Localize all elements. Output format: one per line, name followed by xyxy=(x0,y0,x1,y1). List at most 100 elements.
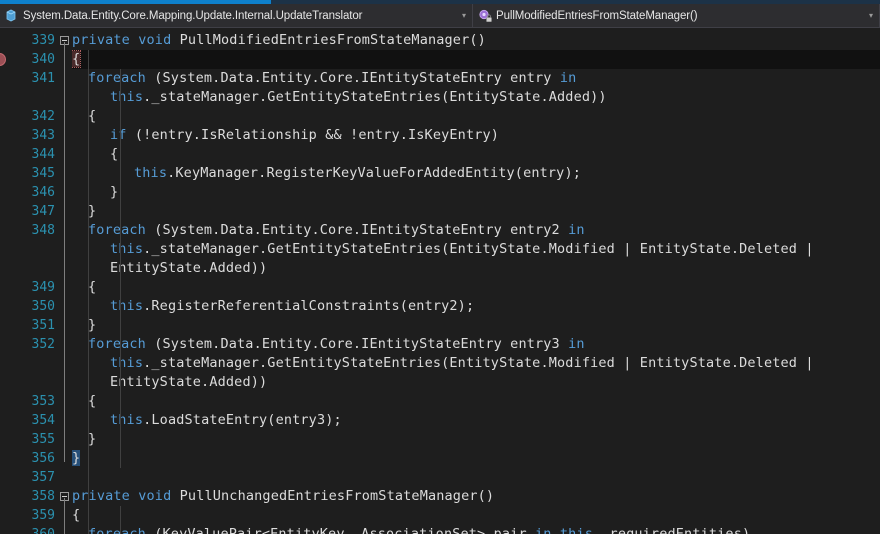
outlining-margin[interactable] xyxy=(58,28,72,534)
line-number: 341 xyxy=(31,71,55,86)
code-line[interactable]: } xyxy=(72,202,96,221)
indent-guide xyxy=(120,506,121,534)
code-token: this xyxy=(110,241,144,257)
code-token: private xyxy=(72,32,130,48)
line-number: 342 xyxy=(31,109,55,124)
code-token: foreach xyxy=(88,336,146,352)
code-line[interactable]: EntityState.Added)) xyxy=(72,373,267,392)
line-number: 351 xyxy=(31,318,55,333)
code-line[interactable]: { xyxy=(72,107,96,126)
line-number: 357 xyxy=(31,470,55,485)
code-token: foreach xyxy=(88,222,146,238)
line-number: 355 xyxy=(31,432,55,447)
code-token: void xyxy=(138,32,172,48)
code-token: { xyxy=(88,393,97,409)
code-line[interactable]: { xyxy=(72,506,80,525)
code-line[interactable]: this.RegisterReferentialConstraints(entr… xyxy=(72,297,474,316)
breakpoint-margin[interactable] xyxy=(0,28,13,534)
code-line[interactable]: { xyxy=(72,145,118,164)
code-token: this xyxy=(110,298,144,314)
line-number: 354 xyxy=(31,413,55,428)
code-token: private xyxy=(72,488,130,504)
code-line[interactable]: } xyxy=(72,430,96,449)
code-line[interactable]: { xyxy=(72,50,82,69)
code-token: this xyxy=(110,89,144,105)
code-line[interactable]: this.KeyManager.RegisterKeyValueForAdded… xyxy=(72,164,581,183)
code-token: in xyxy=(568,336,585,352)
code-token: foreach xyxy=(88,70,146,86)
code-line[interactable]: if (!entry.IsRelationship && !entry.IsKe… xyxy=(72,126,499,145)
chevron-down-icon-member[interactable]: ▾ xyxy=(863,4,879,27)
breakpoint-icon[interactable] xyxy=(0,53,6,66)
code-line[interactable]: this.LoadStateEntry(entry3); xyxy=(72,411,342,430)
outlining-guide-line-2 xyxy=(64,498,65,534)
navigation-bar: System.Data.Entity.Core.Mapping.Update.I… xyxy=(0,4,880,28)
line-number: 346 xyxy=(31,185,55,200)
chevron-down-icon[interactable]: ▾ xyxy=(456,4,472,27)
code-token: { xyxy=(110,146,119,162)
type-navigation-label: System.Data.Entity.Core.Mapping.Update.I… xyxy=(23,9,363,22)
code-token: in xyxy=(559,70,577,86)
code-token: } xyxy=(88,203,97,219)
code-line[interactable]: private void PullUnchangedEntriesFromSta… xyxy=(72,487,494,506)
code-token: (System.Data.Entity.Core.IEntityStateEnt… xyxy=(145,222,569,238)
method-private-icon xyxy=(477,8,493,24)
code-token: { xyxy=(72,507,81,523)
code-line[interactable]: { xyxy=(72,278,96,297)
code-token: .LoadStateEntry(entry3); xyxy=(143,412,342,428)
code-token: void xyxy=(138,488,172,504)
code-token: PullUnchangedEntriesFromStateManager() xyxy=(171,488,495,504)
type-navigation-dropdown[interactable]: System.Data.Entity.Core.Mapping.Update.I… xyxy=(0,4,473,27)
line-number: 347 xyxy=(31,204,55,219)
member-navigation-dropdown[interactable]: PullModifiedEntriesFromStateManager() ▾ xyxy=(473,4,880,27)
code-line[interactable]: foreach (System.Data.Entity.Core.IEntity… xyxy=(72,335,585,354)
line-number: 343 xyxy=(31,128,55,143)
code-token: EntityState.Added)) xyxy=(110,260,268,276)
code-token: { xyxy=(72,50,82,68)
line-number: 356 xyxy=(31,451,55,466)
code-token: EntityState.Added)) xyxy=(110,374,268,390)
code-editor-area[interactable]: 339 340 341 342 343 344 345 346 347 348 349 350 351 3… xyxy=(0,28,880,534)
code-line[interactable]: foreach (System.Data.Entity.Core.IEntity… xyxy=(72,69,576,88)
code-token: .KeyManager.RegisterKeyValueForAddedEnti… xyxy=(167,165,582,181)
code-line[interactable]: EntityState.Added)) xyxy=(72,259,267,278)
code-token: } xyxy=(72,450,81,466)
code-token: this xyxy=(110,355,144,371)
indent-guide xyxy=(88,487,89,534)
line-number: 359 xyxy=(31,508,55,523)
code-token: ._stateManager.GetEntityStateEntries(Ent… xyxy=(143,241,814,257)
code-line[interactable]: } xyxy=(72,316,96,335)
line-number: 344 xyxy=(31,147,55,162)
line-number: 353 xyxy=(31,394,55,409)
code-line[interactable]: foreach (System.Data.Entity.Core.IEntity… xyxy=(72,221,585,240)
code-token: } xyxy=(88,431,97,447)
line-number: 350 xyxy=(31,299,55,314)
current-line-highlight xyxy=(72,50,880,69)
code-line[interactable]: this._stateManager.GetEntityStateEntries… xyxy=(72,354,814,373)
line-number: 349 xyxy=(31,280,55,295)
code-line[interactable]: private void PullModifiedEntriesFromStat… xyxy=(72,31,486,50)
outlining-guide-line xyxy=(64,42,65,462)
line-number: 352 xyxy=(31,337,55,352)
code-token: this xyxy=(134,165,168,181)
line-number: 345 xyxy=(31,166,55,181)
line-number: 358 xyxy=(31,489,55,504)
code-token: (!entry.IsRelationship && !entry.IsKeyEn… xyxy=(126,127,500,143)
code-token: in xyxy=(568,222,585,238)
code-text-surface[interactable]: private void PullModifiedEntriesFromStat… xyxy=(72,28,880,534)
code-token: } xyxy=(88,317,97,333)
code-token: ._stateManager.GetEntityStateEntries(Ent… xyxy=(143,355,814,371)
class-icon xyxy=(4,8,20,24)
code-token: (System.Data.Entity.Core.IEntityStateEnt… xyxy=(145,336,569,352)
line-number-gutter: 339 340 341 342 343 344 345 346 347 348 349 350 351 3… xyxy=(13,28,58,534)
line-number: 339 xyxy=(31,33,55,48)
code-line[interactable]: this._stateManager.GetEntityStateEntries… xyxy=(72,240,814,259)
code-token: this xyxy=(110,412,144,428)
code-line[interactable]: this._stateManager.GetEntityStateEntries… xyxy=(72,88,607,107)
line-number: 348 xyxy=(31,223,55,238)
code-line[interactable]: } xyxy=(72,183,118,202)
code-line[interactable]: } xyxy=(72,449,81,468)
code-token: { xyxy=(88,108,97,124)
code-line[interactable]: { xyxy=(72,392,96,411)
